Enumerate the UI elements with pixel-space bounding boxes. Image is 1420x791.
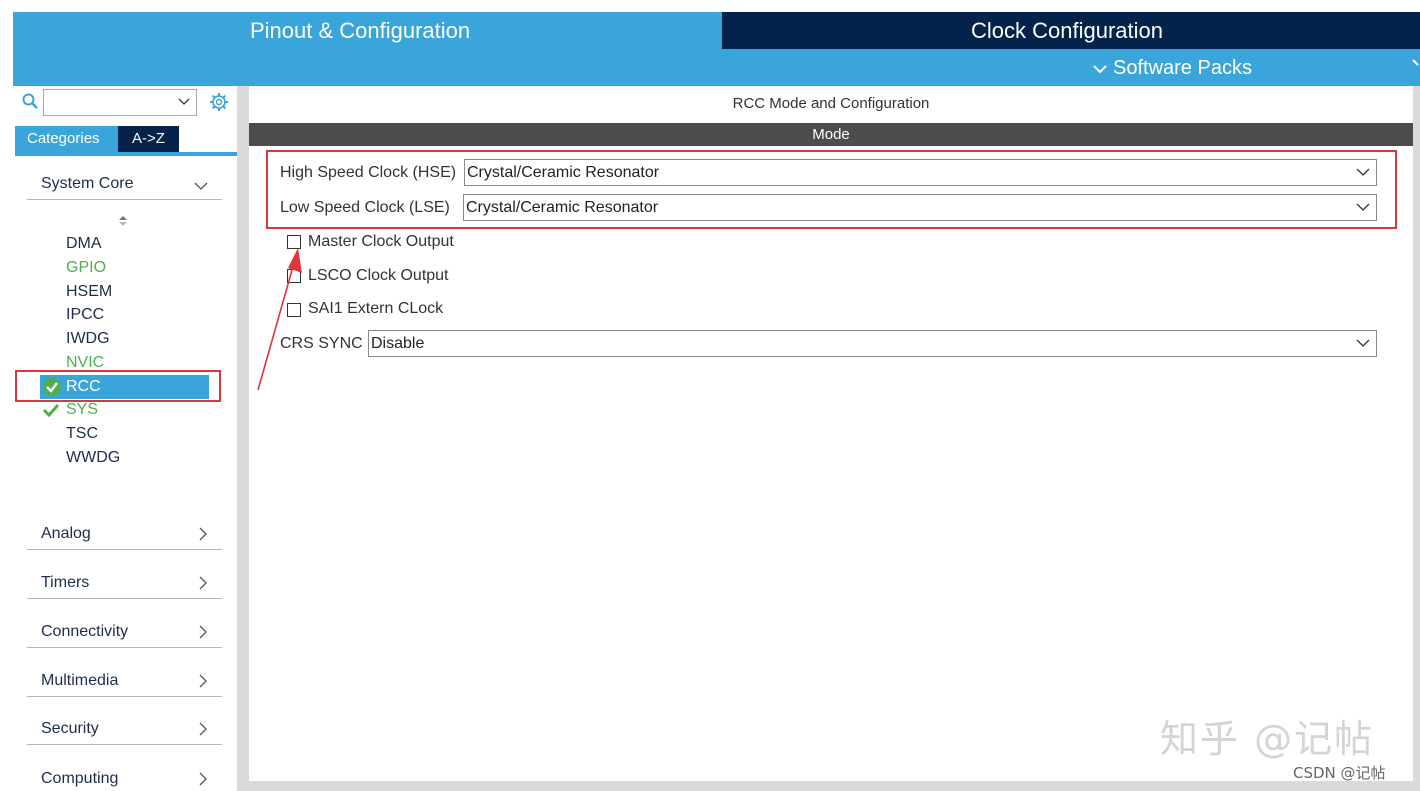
master-clock-output-label: Master Clock Output bbox=[308, 233, 454, 250]
category-label: Computing bbox=[41, 770, 119, 787]
zhihu-watermark: 知乎 @记帖 bbox=[1160, 717, 1375, 761]
chevron-down-icon bbox=[194, 182, 208, 190]
chevron-down-icon bbox=[1356, 339, 1370, 347]
chevron-right-icon bbox=[199, 625, 207, 639]
hse-select-value: Crystal/Ceramic Resonator bbox=[467, 164, 660, 181]
list-item-ipcc[interactable]: IPCC bbox=[66, 304, 104, 326]
list-item-gpio[interactable]: GPIO bbox=[66, 257, 106, 279]
hse-label: High Speed Clock (HSE) bbox=[280, 164, 457, 181]
category-label: Connectivity bbox=[41, 623, 129, 640]
csdn-watermark: CSDN @记帖 bbox=[1293, 764, 1386, 782]
search-input[interactable] bbox=[43, 89, 197, 116]
lse-select[interactable]: Crystal/Ceramic Resonator bbox=[463, 194, 1377, 221]
category-label: Multimedia bbox=[41, 672, 119, 689]
category-label: Analog bbox=[41, 525, 91, 542]
sort-icon[interactable] bbox=[118, 214, 128, 228]
list-item-wwdg[interactable]: WWDG bbox=[66, 447, 120, 469]
chevron-right-icon bbox=[199, 576, 207, 590]
tab-clock-configuration[interactable]: Clock Configuration bbox=[722, 12, 1420, 49]
bottom-edge bbox=[249, 781, 1413, 791]
chevron-down-icon bbox=[1093, 65, 1107, 74]
search-icon[interactable] bbox=[22, 93, 38, 109]
panel-splitter[interactable] bbox=[237, 86, 249, 791]
list-item-tsc[interactable]: TSC bbox=[66, 423, 98, 445]
crs-sync-select[interactable]: Disable bbox=[368, 330, 1377, 357]
lsco-clock-output-label: LSCO Clock Output bbox=[308, 267, 449, 284]
category-timers[interactable]: Timers bbox=[27, 559, 222, 599]
hse-select[interactable]: Crystal/Ceramic Resonator bbox=[464, 159, 1377, 186]
tab-underline bbox=[15, 152, 237, 156]
chevron-right-icon bbox=[199, 722, 207, 736]
list-item-iwdg[interactable]: IWDG bbox=[66, 328, 110, 350]
category-label: Timers bbox=[41, 574, 90, 591]
crs-sync-select-value: Disable bbox=[371, 335, 425, 352]
chevron-down-icon[interactable] bbox=[178, 97, 190, 106]
software-packs-label: Software Packs bbox=[1113, 57, 1252, 79]
list-item-dma[interactable]: DMA bbox=[66, 233, 102, 255]
category-multimedia[interactable]: Multimedia bbox=[27, 657, 222, 697]
annotation-arrow-icon bbox=[257, 248, 302, 391]
stm32cubemx-window: Pinout & Configuration Clock Configurati… bbox=[0, 0, 1420, 791]
lse-select-value: Crystal/Ceramic Resonator bbox=[466, 199, 659, 216]
software-packs-menu[interactable]: Software Packs bbox=[1093, 52, 1252, 84]
category-connectivity[interactable]: Connectivity bbox=[27, 608, 222, 648]
chevron-right-icon bbox=[199, 772, 207, 786]
mode-section-header: Mode bbox=[249, 123, 1413, 146]
lse-label: Low Speed Clock (LSE) bbox=[280, 199, 450, 216]
list-item-hsem[interactable]: HSEM bbox=[66, 281, 112, 303]
gear-icon[interactable] bbox=[209, 92, 229, 112]
panel-title: RCC Mode and Configuration bbox=[732, 95, 930, 112]
chevron-down-icon bbox=[1356, 168, 1370, 176]
category-analog[interactable]: Analog bbox=[27, 510, 222, 550]
category-system-core[interactable]: System Core bbox=[27, 160, 222, 200]
category-security[interactable]: Security bbox=[27, 705, 222, 745]
category-label: Security bbox=[41, 720, 99, 737]
right-scroll-edge bbox=[1413, 86, 1420, 791]
list-item-sys[interactable]: SYS bbox=[66, 399, 98, 421]
check-icon bbox=[43, 403, 59, 417]
tab-categories[interactable]: Categories bbox=[15, 126, 118, 152]
chevron-right-icon bbox=[199, 674, 207, 688]
sai1-extern-clock-label: SAI1 Extern CLock bbox=[308, 300, 444, 317]
chevron-down-icon bbox=[1412, 59, 1419, 66]
category-label: System Core bbox=[41, 175, 134, 192]
tab-pinout-configuration[interactable]: Pinout & Configuration bbox=[13, 12, 722, 49]
category-computing[interactable]: Computing bbox=[27, 754, 222, 791]
highlight-box bbox=[15, 370, 221, 402]
tab-a-to-z[interactable]: A->Z bbox=[118, 126, 179, 152]
chevron-down-icon bbox=[1356, 203, 1370, 211]
chevron-right-icon bbox=[199, 527, 207, 541]
